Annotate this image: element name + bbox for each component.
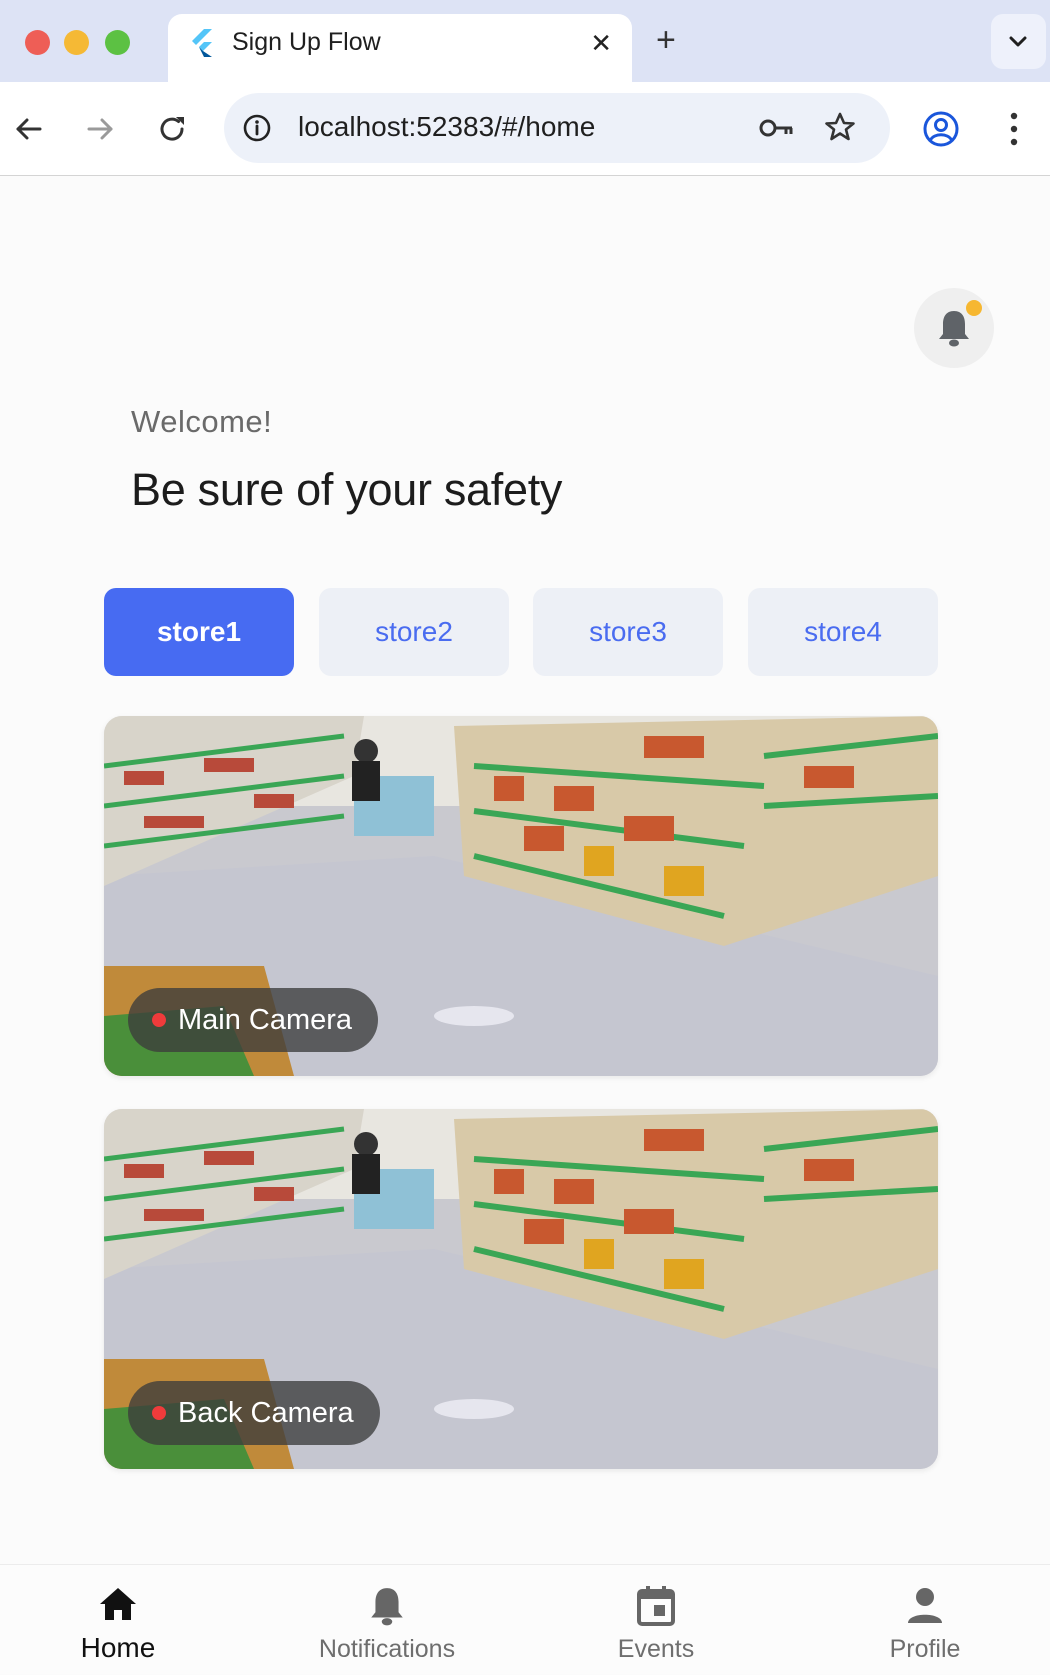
calendar-icon [637, 1586, 675, 1626]
main-camera-card[interactable]: Main Camera [104, 716, 938, 1076]
bell-icon [939, 311, 969, 347]
reload-icon[interactable] [155, 112, 189, 146]
store-selector: store1 store2 store3 store4 [104, 588, 938, 676]
new-tab-button[interactable]: + [656, 20, 676, 60]
camera-label: Main Camera [128, 988, 379, 1052]
address-bar[interactable]: localhost:52383/#/home [224, 93, 890, 163]
browser-toolbar: localhost:52383/#/home [0, 82, 1050, 176]
nav-events-label: Events [617, 1635, 695, 1663]
bell-icon [371, 1588, 403, 1626]
nav-notifications-label: Notifications [318, 1635, 456, 1663]
tab-search-button[interactable] [991, 14, 1046, 69]
nav-profile-label: Profile [889, 1635, 961, 1663]
live-status-dot [152, 1013, 166, 1027]
forward-arrow-icon[interactable] [83, 112, 117, 146]
window-minimize-button[interactable] [64, 30, 89, 55]
bookmark-star-icon[interactable] [824, 111, 856, 143]
camera-name: Main Camera [178, 1003, 353, 1036]
store-tab-4[interactable]: store4 [748, 588, 938, 676]
browser-tabstrip: Sign Up Flow ✕ + [0, 0, 1050, 82]
browser-tab[interactable]: Sign Up Flow ✕ [168, 14, 632, 82]
home-icon [100, 1588, 136, 1620]
profile-avatar-icon[interactable] [922, 110, 960, 148]
nav-home-label: Home [80, 1632, 156, 1663]
tab-title: Sign Up Flow [232, 28, 381, 56]
more-menu-icon[interactable] [1004, 110, 1024, 148]
back-camera-card[interactable]: Back Camera [104, 1109, 938, 1469]
nav-notifications[interactable]: Notifications [297, 1565, 477, 1675]
bottom-navigation: Home Notifications Events Profile [0, 1564, 1050, 1674]
chevron-down-icon [1009, 36, 1027, 47]
store-tab-3[interactable]: store3 [533, 588, 723, 676]
welcome-text: Welcome! [131, 404, 273, 439]
store-tab-2[interactable]: store2 [319, 588, 509, 676]
site-info-icon[interactable] [242, 113, 272, 143]
notification-badge [966, 300, 982, 316]
nav-home[interactable]: Home [28, 1565, 208, 1675]
window-close-button[interactable] [25, 30, 50, 55]
tab-close-icon[interactable]: ✕ [590, 28, 612, 58]
camera-label: Back Camera [128, 1381, 380, 1445]
page-title: Be sure of your safety [131, 464, 563, 515]
nav-profile[interactable]: Profile [835, 1565, 1015, 1675]
live-status-dot [152, 1406, 166, 1420]
key-icon[interactable] [758, 115, 796, 141]
camera-name: Back Camera [178, 1396, 354, 1429]
window-maximize-button[interactable] [105, 30, 130, 55]
back-arrow-icon[interactable] [12, 112, 46, 146]
nav-events[interactable]: Events [566, 1565, 746, 1675]
store-tab-1[interactable]: store1 [104, 588, 294, 676]
notifications-button[interactable] [914, 288, 994, 368]
person-icon [908, 1588, 942, 1623]
url-text[interactable]: localhost:52383/#/home [298, 111, 595, 143]
flutter-icon [192, 29, 212, 57]
